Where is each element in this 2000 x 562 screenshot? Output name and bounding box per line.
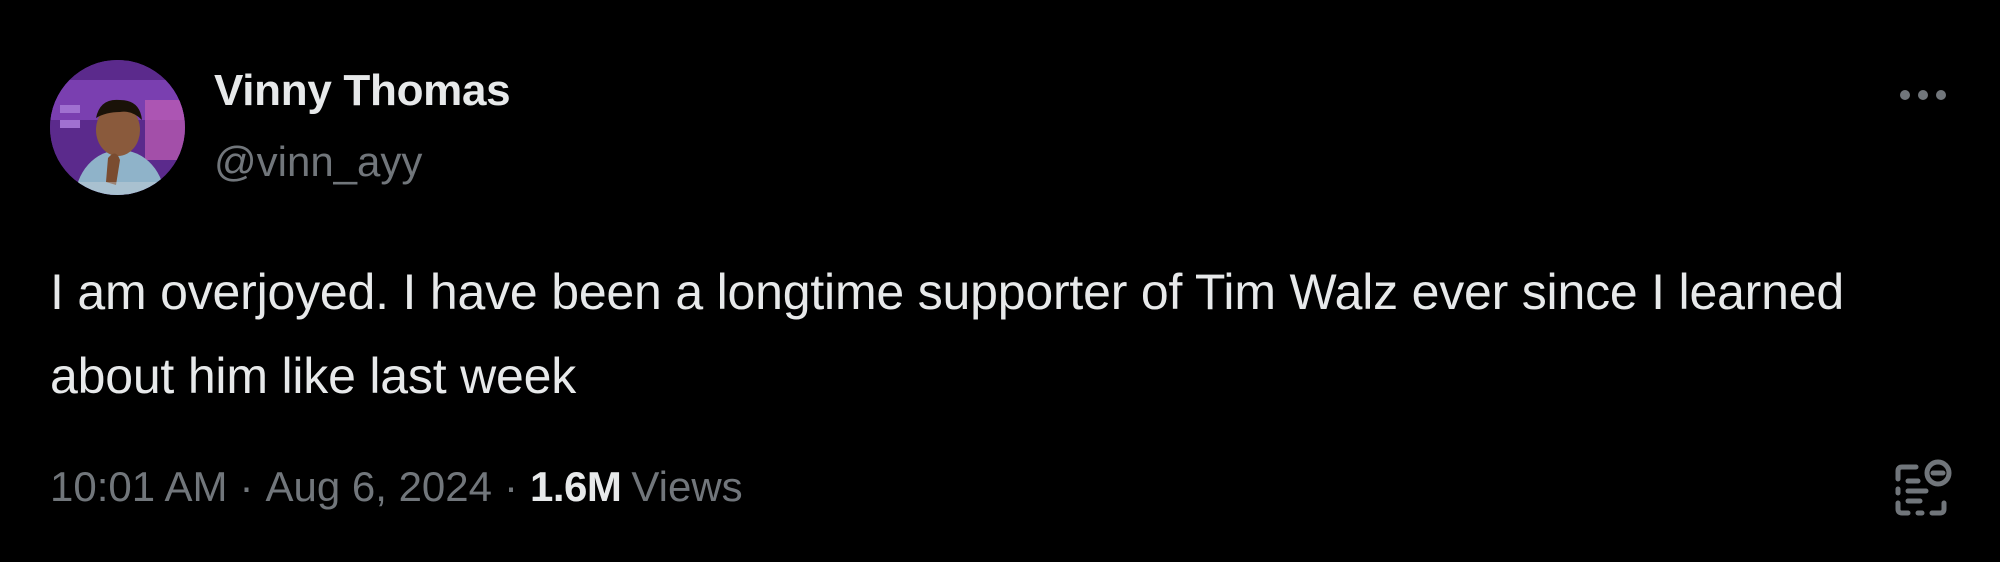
avatar-image <box>50 60 185 195</box>
analytics-button[interactable] <box>1890 457 1956 523</box>
analytics-icon <box>1895 459 1952 516</box>
tweet-time[interactable]: 10:01 AM <box>50 463 227 511</box>
tweet-text: I am overjoyed. I have been a longtime s… <box>50 264 1844 404</box>
more-options-button[interactable] <box>1895 78 1951 112</box>
tweet-date[interactable]: Aug 6, 2024 <box>265 463 492 511</box>
author-handle[interactable]: @vinn_ayy <box>214 138 422 186</box>
views-count: 1.6M <box>530 463 622 510</box>
author-display-name[interactable]: Vinny Thomas <box>214 66 511 116</box>
tweet-meta: 10:01 AM · Aug 6, 2024 · 1.6M Views <box>50 463 743 511</box>
author-avatar[interactable] <box>50 60 185 195</box>
more-dots-icon <box>1900 90 1946 100</box>
meta-separator: · <box>504 463 518 510</box>
meta-separator: · <box>239 463 254 510</box>
tweet-card: Vinny Thomas @vinn_ayy I am overjoyed. I… <box>0 0 2000 562</box>
views-label: Views <box>631 463 743 510</box>
